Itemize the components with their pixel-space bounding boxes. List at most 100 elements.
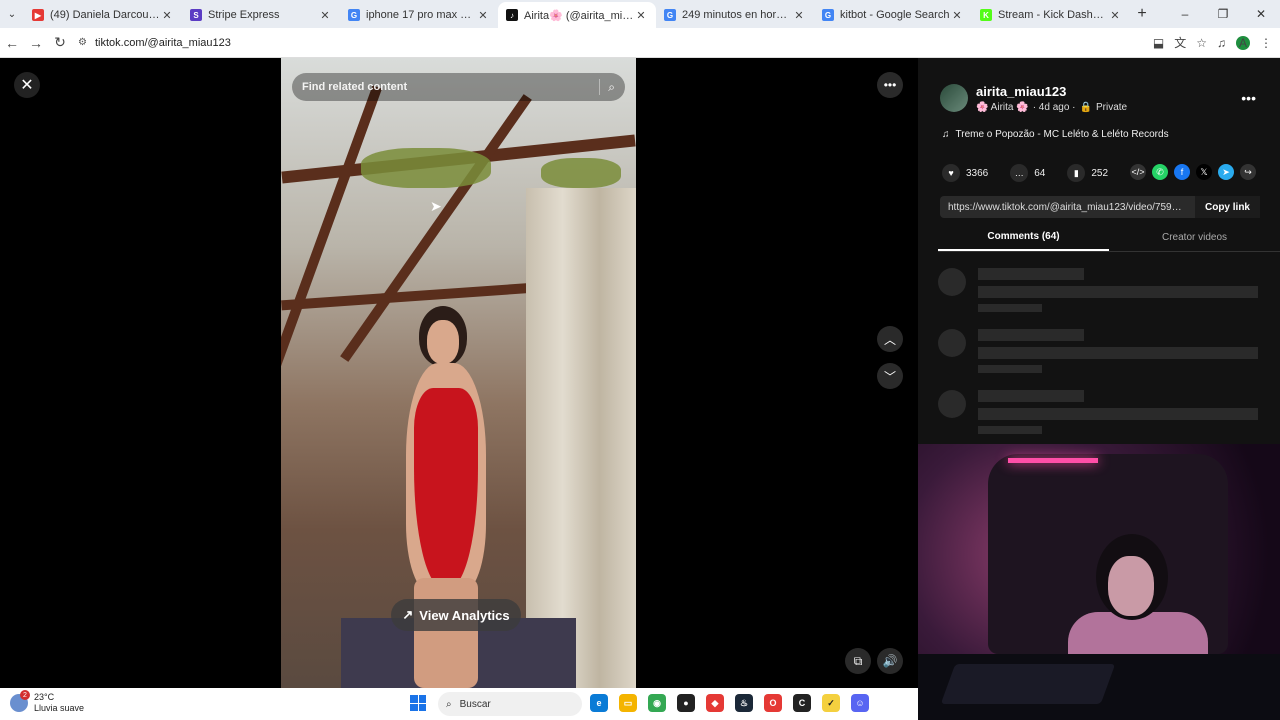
volume-icon[interactable]: 🔊 (877, 648, 903, 674)
video-link[interactable]: https://www.tiktok.com/@airita_miau123/v… (940, 202, 1195, 213)
post-age: · 4d ago · (1032, 102, 1076, 113)
profile-avatar[interactable]: A (1236, 35, 1250, 50)
comment-count: 64 (1034, 167, 1046, 179)
taskbar-search[interactable]: ⌕ Buscar (438, 692, 582, 716)
tab-favicon-icon: G (664, 9, 676, 21)
bookmark-icon[interactable]: ▮ (1067, 164, 1086, 182)
browser-tab[interactable]: ♪ Airita🌸 (@airita_miau123)✕ (498, 2, 656, 28)
obs-icon[interactable]: ● (677, 694, 695, 712)
back-icon[interactable]: ← (0, 35, 24, 51)
search-icon[interactable]: ⌕ (608, 80, 615, 95)
reload-icon[interactable]: ↻ (48, 34, 72, 51)
share-icon[interactable]: ↪ (1240, 164, 1256, 180)
bookmark-star-icon[interactable]: ☆ (1196, 36, 1207, 50)
tab-favicon-icon: ▶ (32, 9, 44, 21)
miniplayer-icon[interactable]: ⧉ (845, 648, 871, 674)
tab-close-icon[interactable]: ✕ (634, 9, 648, 22)
music-link[interactable]: ♫ Treme o Popozão - MC Leléto & Leléto R… (942, 129, 1169, 140)
steam-icon[interactable]: ♨ (735, 694, 753, 712)
keyboard (940, 664, 1116, 704)
tab-favicon-icon: ♪ (506, 9, 518, 21)
browser-tab[interactable]: S Stripe Express ✕ (182, 2, 340, 28)
media-icon[interactable]: ♫ (1217, 36, 1226, 50)
browser-tab[interactable]: ▶ (49) Daniela Darcourt - Probab✕ (24, 2, 182, 28)
tab-close-icon[interactable]: ✕ (318, 9, 332, 22)
curtain (526, 188, 636, 688)
menu-icon[interactable]: ⋮ (1260, 36, 1272, 50)
browser-tab-bar: ⌄ ▶(49) Daniela Darcourt - Probab✕SStrip… (0, 0, 1280, 28)
webcam-overlay (918, 444, 1280, 720)
minimize-icon[interactable]: – (1166, 7, 1204, 21)
file-explorer-icon[interactable]: ▭ (619, 694, 637, 712)
temperature: 23°C (34, 692, 55, 702)
related-search-placeholder: Find related content (302, 81, 408, 93)
video-player[interactable]: Find related content ⌕ ↗ View Analytics (281, 58, 636, 688)
telegram-icon[interactable]: ➤ (1218, 164, 1234, 180)
engagement-stats: ♥ 3366 … 64 ▮ 252 (942, 164, 1124, 182)
facebook-icon[interactable]: f (1174, 164, 1190, 180)
share-buttons: </> ✆ f 𝕏 ➤ ↪ (1130, 164, 1256, 180)
tab-creator-videos[interactable]: Creator videos (1109, 224, 1280, 251)
close-viewer-button[interactable]: ✕ (14, 72, 40, 98)
edge-icon[interactable]: e (590, 694, 608, 712)
translate-icon[interactable]: 文 (1174, 34, 1186, 51)
tab-title: Stream - Kick Dashboard (998, 9, 1108, 21)
author-username[interactable]: airita_miau123 (976, 84, 1127, 99)
site-info-icon[interactable]: ⚙ (78, 37, 87, 48)
tab-close-icon[interactable]: ✕ (476, 9, 490, 22)
tab-close-icon[interactable]: ✕ (792, 9, 806, 22)
url-field[interactable]: ⚙ tiktok.com/@airita_miau123 (78, 37, 231, 49)
view-analytics-button[interactable]: ↗ View Analytics (391, 599, 521, 631)
opera-icon[interactable]: O (764, 694, 782, 712)
previous-video-button[interactable]: ︿ (877, 326, 903, 352)
app-red-icon[interactable]: ◆ (706, 694, 724, 712)
related-search-bar[interactable]: Find related content ⌕ (292, 73, 625, 101)
tab-close-icon[interactable]: ✕ (950, 9, 964, 22)
tab-close-icon[interactable]: ✕ (160, 9, 174, 22)
next-video-button[interactable]: ﹀ (877, 363, 903, 389)
tab-close-icon[interactable]: ✕ (1108, 9, 1122, 22)
notification-badge: 2 (20, 690, 30, 700)
tab-search-button[interactable]: ⌄ (0, 0, 24, 28)
embed-icon[interactable]: </> (1130, 164, 1146, 180)
browser-tab[interactable]: K Stream - Kick Dashboard✕ (972, 2, 1130, 28)
close-window-icon[interactable]: ✕ (1242, 7, 1280, 21)
more-options-button[interactable]: ••• (877, 72, 903, 98)
save-count: 252 (1091, 167, 1109, 179)
video-link-row: https://www.tiktok.com/@airita_miau123/v… (940, 196, 1260, 218)
mouse-cursor-icon: ➤ (430, 198, 442, 214)
new-tab-button[interactable]: + (1130, 5, 1154, 23)
person-legs (414, 578, 478, 688)
copy-link-button[interactable]: Copy link (1194, 196, 1260, 218)
window-controls: – ❐ ✕ (1166, 7, 1280, 21)
divider (599, 79, 601, 95)
post-options-button[interactable]: ••• (1241, 90, 1256, 106)
browser-tab[interactable]: Gkitbot - Google Search ✕ (814, 2, 972, 28)
whatsapp-icon[interactable]: ✆ (1152, 164, 1168, 180)
like-count: 3366 (966, 167, 989, 179)
heart-icon[interactable]: ♥ (942, 164, 960, 182)
avatar[interactable] (940, 84, 968, 112)
browser-tab[interactable]: G 249 minutos en horas - Google✕ (656, 2, 814, 28)
x-icon[interactable]: 𝕏 (1196, 164, 1212, 180)
weather-condition: Lluvia suave (34, 703, 85, 713)
discord-icon[interactable]: ☺ (851, 694, 869, 712)
capcut-icon[interactable]: C (793, 694, 811, 712)
author-block[interactable]: airita_miau123 🌸 Airita 🌸 · 4d ago · 🔒 P… (940, 84, 1127, 113)
install-app-icon[interactable]: ⬓ (1153, 36, 1164, 50)
comment-icon[interactable]: … (1010, 164, 1029, 182)
tab-comments[interactable]: Comments (64) (938, 224, 1109, 251)
weather-widget[interactable]: 2 23°C Lluvia suave (10, 690, 85, 714)
tab-title: Stripe Express (208, 9, 280, 21)
chrome-icon[interactable]: ◉ (648, 694, 666, 712)
tab-title: (49) Daniela Darcourt - Probab (50, 9, 160, 21)
video-details-panel: airita_miau123 🌸 Airita 🌸 · 4d ago · 🔒 P… (918, 58, 1280, 444)
chart-icon: ↗ (402, 607, 414, 622)
app-yellow-icon[interactable]: ✓ (822, 694, 840, 712)
forward-icon[interactable]: → (24, 35, 48, 51)
browser-tab[interactable]: Giphone 17 pro max colores - Go✕ (340, 2, 498, 28)
tab-title: kitbot - Google Search (840, 9, 950, 21)
start-button[interactable] (410, 695, 426, 711)
view-analytics-label: View Analytics (419, 607, 510, 623)
maximize-icon[interactable]: ❐ (1204, 7, 1242, 21)
